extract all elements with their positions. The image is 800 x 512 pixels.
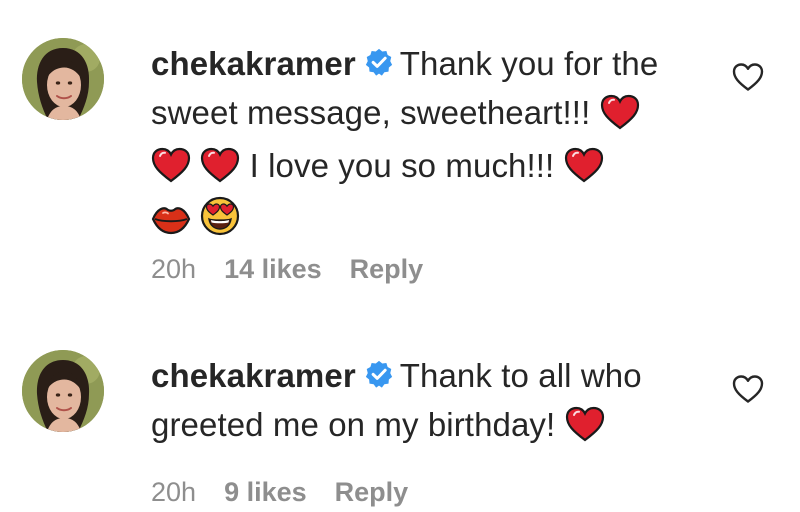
comment-text-line-2: greeted me on my birthday! <box>151 406 556 443</box>
verified-badge-icon <box>364 354 394 401</box>
comment-text: chekakramer Thank to all who greeted me o… <box>151 352 711 454</box>
comment-text-line-2: sweet message, sweetheart!!! <box>151 94 591 131</box>
avatar-image <box>22 38 104 120</box>
red-heart-emoji-icon <box>565 406 605 454</box>
like-comment-heart-icon[interactable] <box>732 62 764 92</box>
red-heart-emoji-icon <box>200 147 240 195</box>
comment-text: chekakramer Thank you for the sweet messa… <box>151 40 711 248</box>
comment-text-line-1: Thank to all who <box>399 357 642 394</box>
avatar[interactable] <box>22 38 104 120</box>
red-heart-emoji-icon <box>600 94 640 142</box>
comment-meta: 20h 9 likes Reply <box>151 477 408 508</box>
red-heart-emoji-icon <box>151 147 191 195</box>
avatar-image <box>22 350 104 432</box>
avatar[interactable] <box>22 350 104 432</box>
comment-timestamp[interactable]: 20h <box>151 477 196 507</box>
comment-text-line-3: I love you so much!!! <box>249 147 555 184</box>
likes-count-button[interactable]: 14 likes <box>224 254 322 284</box>
red-heart-emoji-icon <box>564 147 604 195</box>
kiss-lips-emoji-icon <box>151 201 191 248</box>
like-comment-heart-icon[interactable] <box>732 374 764 404</box>
heart-eyes-emoji-icon <box>200 196 240 248</box>
likes-count-button[interactable]: 9 likes <box>224 477 307 507</box>
comment-meta: 20h 14 likes Reply <box>151 254 423 285</box>
comment-text-line-1: Thank you for the <box>399 45 659 82</box>
verified-badge-icon <box>364 42 394 89</box>
username-link[interactable]: chekakramer <box>151 357 356 394</box>
comment-timestamp[interactable]: 20h <box>151 254 196 284</box>
reply-button[interactable]: Reply <box>350 254 424 284</box>
username-link[interactable]: chekakramer <box>151 45 356 82</box>
reply-button[interactable]: Reply <box>335 477 409 507</box>
